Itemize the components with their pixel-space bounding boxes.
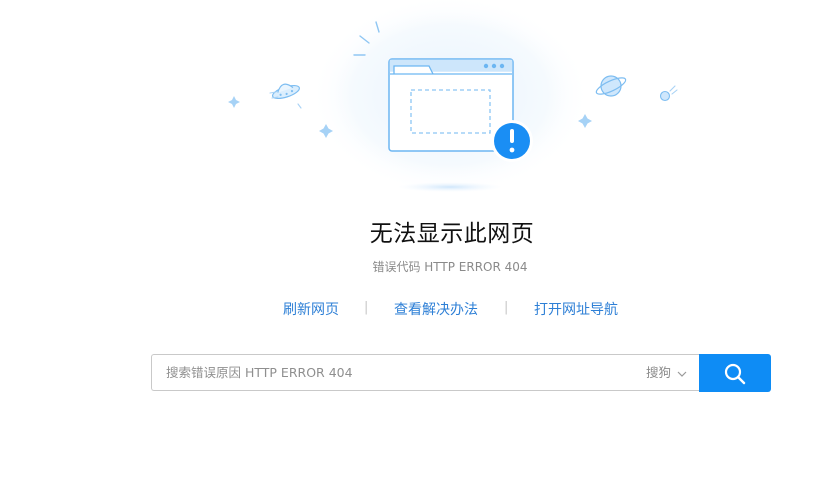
page-title: 无法显示此网页 — [369, 221, 535, 247]
exclamation-icon — [491, 120, 533, 162]
search-box: 搜狗 — [151, 354, 699, 391]
action-links: 刷新网页 | 查看解决办法 | 打开网址导航 — [0, 299, 838, 319]
planet-icon — [595, 75, 627, 97]
open-nav-link[interactable]: 打开网址导航 — [534, 299, 618, 319]
separator: | — [364, 300, 369, 315]
comet-icon — [659, 85, 678, 102]
search-engine-label: 搜狗 — [645, 365, 671, 380]
separator: | — [504, 300, 509, 315]
error-page: 无法显示此网页 错误代码 HTTP ERROR 404 刷新网页 | 查看解决办… — [0, 0, 838, 490]
search-button[interactable] — [699, 354, 771, 392]
search-input[interactable] — [152, 355, 622, 390]
error-illustration — [228, 0, 678, 195]
chevron-down-icon — [677, 371, 687, 377]
error-code: 错误代码 HTTP ERROR 404 — [372, 260, 528, 274]
view-solutions-link[interactable]: 查看解决办法 — [394, 299, 478, 319]
search-engine-select[interactable]: 搜狗 — [646, 355, 687, 390]
refresh-link[interactable]: 刷新网页 — [283, 299, 339, 319]
magnifier-icon — [724, 363, 746, 385]
